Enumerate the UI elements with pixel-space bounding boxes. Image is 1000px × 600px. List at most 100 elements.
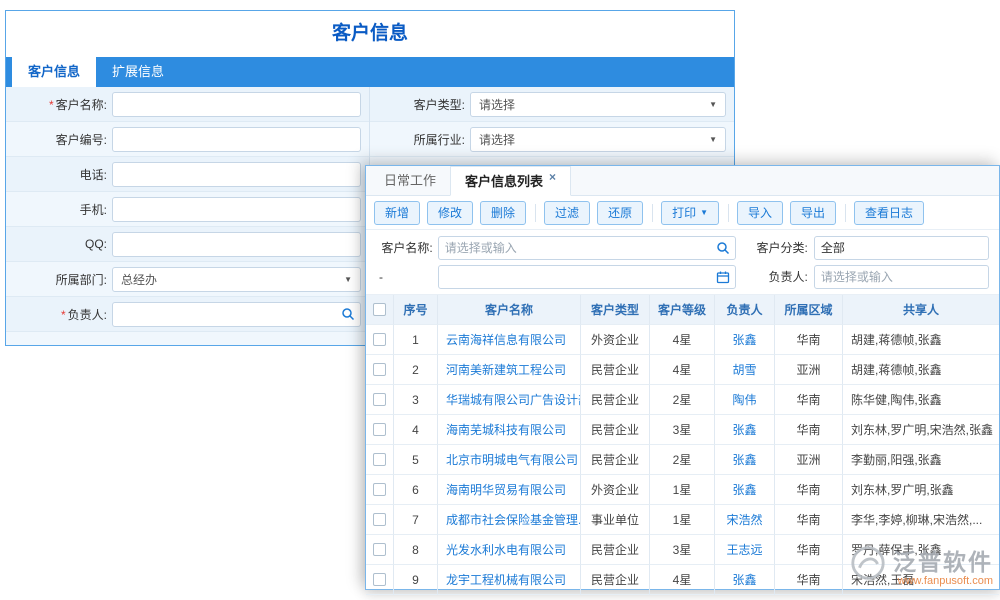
row-checkbox-cell bbox=[366, 505, 394, 535]
qq-field[interactable] bbox=[112, 232, 361, 257]
manager-link[interactable]: 陶伟 bbox=[715, 385, 775, 415]
row-checkbox[interactable] bbox=[373, 363, 386, 376]
field-label: 手机: bbox=[6, 201, 112, 218]
customer-type: 民营企业 bbox=[581, 535, 650, 565]
manager-link[interactable]: 张鑫 bbox=[715, 325, 775, 355]
form-row-industry: 所属行业: 请选择 ▼ bbox=[370, 122, 734, 157]
customer-name-link[interactable]: 海南芜城科技有限公司 bbox=[438, 415, 581, 445]
row-checkbox[interactable] bbox=[373, 423, 386, 436]
shared-people: 李勤丽,阳强,张鑫 bbox=[843, 445, 999, 475]
table-row[interactable]: 4 海南芜城科技有限公司 民营企业 3星 张鑫 华南 刘东林,罗广明,宋浩然,张… bbox=[366, 415, 999, 445]
row-checkbox[interactable] bbox=[373, 513, 386, 526]
customer-name-filter-input[interactable] bbox=[438, 236, 737, 260]
customer-name-link[interactable]: 云南海祥信息有限公司 bbox=[438, 325, 581, 355]
delete-button[interactable]: 删除 bbox=[480, 201, 526, 225]
tab-extended-info[interactable]: 扩展信息 bbox=[96, 57, 180, 87]
row-checkbox-cell bbox=[366, 385, 394, 415]
chevron-down-icon: ▼ bbox=[344, 275, 352, 284]
row-number: 8 bbox=[394, 535, 438, 565]
table-header: 序号 客户名称 客户类型 客户等级 负责人 所属区域 共享人 bbox=[366, 295, 999, 325]
phone-field[interactable] bbox=[112, 162, 361, 187]
region: 华南 bbox=[775, 505, 843, 535]
calendar-icon[interactable] bbox=[716, 270, 730, 284]
screen: 客户信息 客户信息 扩展信息 *客户名称: 客户编号: 电话: bbox=[0, 0, 1000, 600]
add-button[interactable]: 新增 bbox=[374, 201, 420, 225]
manager-link[interactable]: 宋浩然 bbox=[715, 505, 775, 535]
date-filter-input[interactable] bbox=[438, 265, 737, 289]
table-row[interactable]: 6 海南明华贸易有限公司 外资企业 1星 张鑫 华南 刘东林,罗广明,张鑫 bbox=[366, 475, 999, 505]
field-label: 客户编号: bbox=[6, 131, 112, 148]
customer-category-filter-input[interactable] bbox=[814, 236, 989, 260]
header-customer-grade: 客户等级 bbox=[650, 295, 715, 325]
table-row[interactable]: 5 北京市明城电气有限公司 民营企业 2星 张鑫 亚洲 李勤丽,阳强,张鑫 bbox=[366, 445, 999, 475]
customer-number-field[interactable] bbox=[112, 127, 361, 152]
select-all-checkbox[interactable] bbox=[373, 303, 386, 316]
customer-name-field[interactable] bbox=[112, 92, 361, 117]
manager-link[interactable]: 张鑫 bbox=[715, 415, 775, 445]
print-button[interactable]: 打印 ▼ bbox=[661, 201, 719, 225]
customer-type-select[interactable]: 请选择 ▼ bbox=[470, 92, 726, 117]
row-checkbox[interactable] bbox=[373, 453, 386, 466]
customer-grade: 4星 bbox=[650, 565, 715, 595]
table-row[interactable]: 2 河南美新建筑工程公司 民营企业 4星 胡雪 亚洲 胡建,蒋德帧,张鑫 bbox=[366, 355, 999, 385]
customer-name-link[interactable]: 海南明华贸易有限公司 bbox=[438, 475, 581, 505]
search-icon[interactable] bbox=[341, 307, 355, 321]
table-row[interactable]: 8 光发水利水电有限公司 民营企业 3星 王志远 华南 罗丹,薛保丰,张鑫 bbox=[366, 535, 999, 565]
date-range-separator: - bbox=[376, 270, 438, 284]
customer-name-link[interactable]: 成都市社会保险基金管理... bbox=[438, 505, 581, 535]
row-checkbox[interactable] bbox=[373, 573, 386, 586]
customer-name-link[interactable]: 华瑞城有限公司广告设计部 bbox=[438, 385, 581, 415]
filter-button[interactable]: 过滤 bbox=[544, 201, 590, 225]
field-label: 所属部门: bbox=[6, 271, 112, 288]
row-checkbox-cell bbox=[366, 415, 394, 445]
tab-customer-list[interactable]: 客户信息列表 × bbox=[450, 166, 571, 196]
select-all-cell bbox=[366, 295, 394, 325]
shared-people: 罗丹,薛保丰,张鑫 bbox=[843, 535, 999, 565]
region: 亚洲 bbox=[775, 445, 843, 475]
customer-grade: 3星 bbox=[650, 535, 715, 565]
row-checkbox[interactable] bbox=[373, 543, 386, 556]
customer-grade: 1星 bbox=[650, 475, 715, 505]
row-checkbox[interactable] bbox=[373, 483, 386, 496]
row-checkbox-cell bbox=[366, 535, 394, 565]
customer-name-link[interactable]: 龙宇工程机械有限公司 bbox=[438, 565, 581, 595]
form-row-department: 所属部门: 总经办 ▼ bbox=[6, 262, 369, 297]
manager-link[interactable]: 张鑫 bbox=[715, 445, 775, 475]
manager-field[interactable] bbox=[112, 302, 361, 327]
row-checkbox[interactable] bbox=[373, 333, 386, 346]
manager-link[interactable]: 张鑫 bbox=[715, 565, 775, 595]
search-icon[interactable] bbox=[716, 241, 730, 255]
customer-grade: 1星 bbox=[650, 505, 715, 535]
field-label: 所属行业: bbox=[370, 131, 470, 148]
table-row[interactable]: 7 成都市社会保险基金管理... 事业单位 1星 宋浩然 华南 李华,李婷,柳琳… bbox=[366, 505, 999, 535]
form-window-title: 客户信息 bbox=[6, 11, 734, 57]
manager-link[interactable]: 张鑫 bbox=[715, 475, 775, 505]
import-button[interactable]: 导入 bbox=[737, 201, 783, 225]
restore-button[interactable]: 还原 bbox=[597, 201, 643, 225]
table-row[interactable]: 1 云南海祥信息有限公司 外资企业 4星 张鑫 华南 胡建,蒋德帧,张鑫 bbox=[366, 325, 999, 355]
mobile-field[interactable] bbox=[112, 197, 361, 222]
table-row[interactable]: 9 龙宇工程机械有限公司 民营企业 4星 张鑫 华南 宋浩然,王磊 bbox=[366, 565, 999, 595]
industry-select[interactable]: 请选择 ▼ bbox=[470, 127, 726, 152]
row-checkbox[interactable] bbox=[373, 393, 386, 406]
shared-people: 陈华健,陶伟,张鑫 bbox=[843, 385, 999, 415]
export-button[interactable]: 导出 bbox=[790, 201, 836, 225]
manager-filter-input[interactable] bbox=[814, 265, 989, 289]
customer-table: 序号 客户名称 客户类型 客户等级 负责人 所属区域 共享人 1 云南海祥信息有… bbox=[366, 295, 999, 595]
customer-name-link[interactable]: 河南美新建筑工程公司 bbox=[438, 355, 581, 385]
tab-daily-work[interactable]: 日常工作 bbox=[370, 166, 450, 195]
header-customer-type: 客户类型 bbox=[581, 295, 650, 325]
manager-link[interactable]: 胡雪 bbox=[715, 355, 775, 385]
department-select[interactable]: 总经办 ▼ bbox=[112, 267, 361, 292]
toolbar-divider bbox=[728, 204, 729, 222]
view-log-button[interactable]: 查看日志 bbox=[854, 201, 924, 225]
region: 华南 bbox=[775, 415, 843, 445]
manager-link[interactable]: 王志远 bbox=[715, 535, 775, 565]
tab-customer-info[interactable]: 客户信息 bbox=[12, 57, 96, 87]
customer-name-link[interactable]: 北京市明城电气有限公司 bbox=[438, 445, 581, 475]
table-row[interactable]: 3 华瑞城有限公司广告设计部 民营企业 2星 陶伟 华南 陈华健,陶伟,张鑫 bbox=[366, 385, 999, 415]
close-tab-icon[interactable]: × bbox=[549, 167, 556, 187]
row-number: 7 bbox=[394, 505, 438, 535]
edit-button[interactable]: 修改 bbox=[427, 201, 473, 225]
customer-name-link[interactable]: 光发水利水电有限公司 bbox=[438, 535, 581, 565]
